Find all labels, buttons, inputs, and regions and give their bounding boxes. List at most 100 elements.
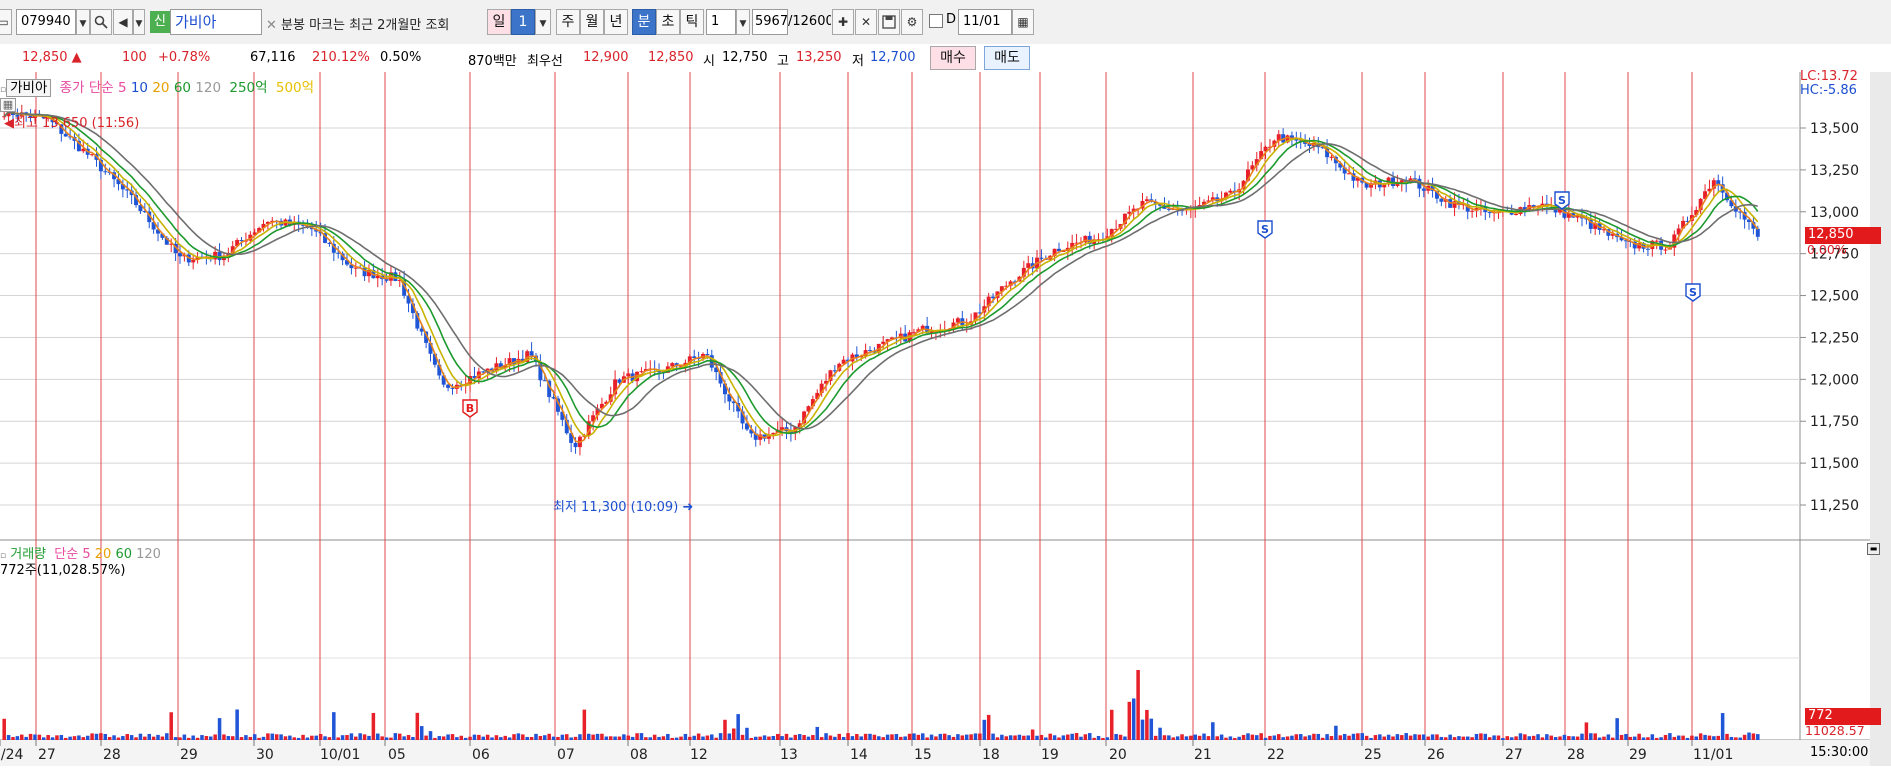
search-button[interactable]	[90, 9, 112, 35]
sound-button[interactable]: ◀	[113, 9, 133, 35]
volume-bar	[749, 737, 754, 740]
volume-bar	[582, 709, 587, 740]
price-volume-chart[interactable]: SSSB 13,50013,25013,00012,75012,50012,25…	[0, 72, 1891, 766]
volume-bar	[578, 734, 582, 740]
x-axis-time: 15:30:00	[1810, 745, 1869, 760]
volume-bar	[477, 734, 481, 740]
stock-code-input[interactable]: 079940	[16, 9, 76, 35]
volume-bar	[261, 736, 266, 740]
volume-bar	[1531, 735, 1536, 740]
zoom-out-button[interactable]: ✕	[855, 9, 877, 35]
volume-bar	[1259, 733, 1263, 740]
y-tick-label: 11,250	[1810, 498, 1859, 514]
signal-mark-label: B	[466, 402, 474, 415]
volume-bar	[1048, 733, 1052, 740]
volume-bar	[160, 736, 165, 740]
y-tick-label: 11,750	[1810, 414, 1859, 430]
high-annotation: ◀최고 13,650 (11:56)	[4, 116, 140, 131]
x-tick-label: 14	[850, 747, 868, 763]
period-day-button[interactable]: 일	[487, 9, 511, 35]
volume-bar	[661, 736, 666, 740]
period-second-button[interactable]: 초	[656, 9, 680, 35]
volume-bar	[244, 735, 248, 740]
volume-bar	[912, 733, 916, 740]
x-tick-label: 22	[1267, 747, 1285, 763]
interval-input[interactable]: 1	[706, 9, 736, 35]
period-tick-button[interactable]: 틱	[680, 9, 704, 35]
date-input[interactable]: 11/01	[958, 9, 1012, 35]
volume-bar	[37, 734, 42, 740]
price-legend-title[interactable]: 가비아	[6, 79, 52, 97]
volume-bar	[1646, 737, 1650, 740]
volume-bar	[1316, 733, 1321, 740]
volume-bar	[314, 735, 319, 740]
period-minute-button[interactable]: 분	[632, 9, 656, 35]
candle-body	[692, 356, 697, 358]
high-price: 13,250	[796, 50, 842, 65]
best-bid: 12,850	[648, 50, 694, 65]
volume-bar	[1303, 736, 1307, 740]
volume-bar	[811, 735, 815, 740]
period-day-dropdown[interactable]: ▼	[535, 9, 551, 35]
stock-name-field[interactable]: 가비아	[170, 9, 262, 35]
period-month-button[interactable]: 월	[580, 9, 604, 35]
maximize-icon[interactable]: ▬	[1867, 543, 1880, 555]
settings-button[interactable]: ⚙	[901, 9, 923, 35]
table-toggle-icon[interactable]: ▦	[0, 98, 16, 112]
period-year-button[interactable]: 년	[604, 9, 628, 35]
candle-body	[1663, 249, 1668, 251]
volume-bar	[1562, 734, 1567, 740]
volume-bar	[20, 734, 24, 740]
interval-dropdown[interactable]: ▼	[736, 9, 750, 35]
chevron-down-icon: ▼	[79, 19, 87, 29]
volume-bar	[1167, 735, 1171, 740]
sell-button[interactable]: 매도	[984, 46, 1030, 70]
volume-bar	[1276, 734, 1281, 740]
zoom-in-button[interactable]: ✚	[832, 9, 854, 35]
stock-code-dropdown[interactable]: ▼	[76, 9, 90, 35]
volume-bar	[995, 737, 1000, 740]
volume-bar	[1211, 722, 1215, 740]
volume-bar	[1008, 735, 1013, 740]
volume-bar	[846, 733, 850, 740]
volume-bar	[1285, 736, 1290, 740]
volume-bar	[604, 736, 609, 740]
x-tick-label: 18	[982, 747, 1000, 763]
volume-bar	[1690, 735, 1694, 740]
window-icon[interactable]: ▭	[0, 9, 12, 35]
volume-bar	[1487, 737, 1492, 740]
volume-bar	[1382, 736, 1386, 740]
volume-bar	[960, 735, 965, 740]
x-tick-label: 29	[180, 747, 198, 763]
chevron-down-icon: ▼	[135, 19, 143, 29]
volume-bar	[1338, 735, 1343, 740]
volume-bar	[793, 734, 798, 740]
volume-bar	[257, 737, 261, 740]
volume-bar	[468, 736, 472, 740]
volume-bar	[1052, 735, 1057, 740]
legend-money-500: 500억	[275, 80, 315, 96]
volume-bar	[1501, 737, 1505, 740]
period-week-button[interactable]: 주	[556, 9, 580, 35]
save-button[interactable]	[878, 9, 900, 35]
calendar-button[interactable]: ▦	[1012, 9, 1034, 35]
candle-body	[573, 442, 578, 448]
legend-ma120: 120	[195, 80, 222, 96]
volume-bar	[1457, 736, 1461, 740]
count-input[interactable]: 5967	[752, 9, 788, 35]
volume-bar	[1145, 709, 1149, 740]
volume-bar	[1668, 733, 1672, 740]
volume-bar	[1536, 734, 1540, 740]
volume-bar	[934, 736, 938, 740]
volume-bar	[266, 733, 270, 740]
volume-bar	[670, 737, 674, 740]
volume-bar	[1492, 735, 1496, 740]
period-day-count[interactable]: 1	[511, 9, 535, 35]
legend-money-250: 250억	[229, 80, 268, 96]
volume-bar	[441, 736, 446, 740]
sound-dropdown[interactable]: ▼	[133, 9, 145, 35]
buy-button[interactable]: 매수	[930, 46, 976, 70]
volume-bar	[1461, 736, 1466, 740]
legend-ma10: 10	[130, 80, 149, 96]
date-checkbox[interactable]	[929, 14, 943, 28]
